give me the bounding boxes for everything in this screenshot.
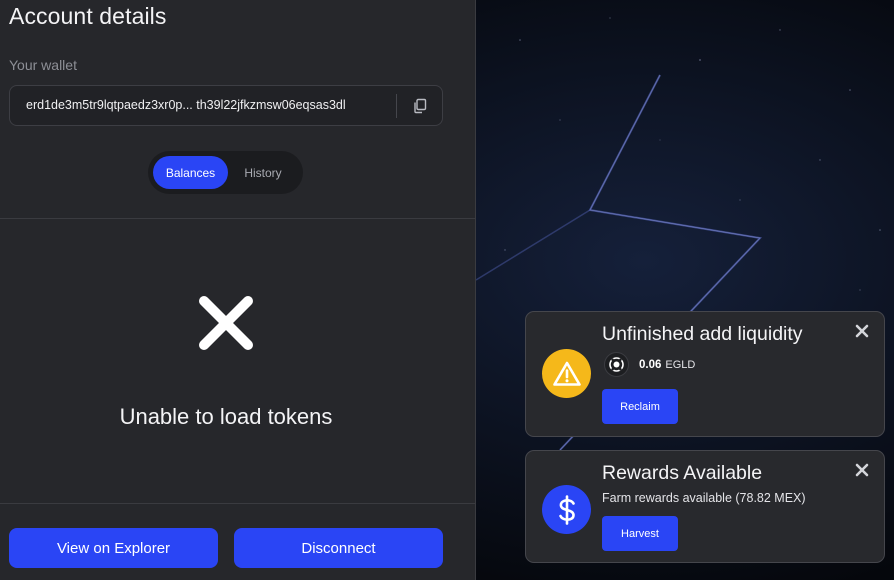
wallet-address: erd1de3m5tr9lqtpaedz3xr0p... th39l22jfkz… [26, 98, 346, 112]
notification-message: Farm rewards available (78.82 MEX) [602, 491, 806, 505]
close-icon[interactable] [854, 462, 870, 478]
account-panel: Account details Your wallet erd1de3m5tr9… [0, 0, 476, 580]
tab-balances[interactable]: Balances [153, 156, 228, 189]
divider [0, 503, 476, 504]
page-title: Account details [9, 3, 167, 29]
token-symbol: EGLD [665, 358, 696, 371]
view-on-explorer-button[interactable]: View on Explorer [9, 528, 218, 568]
close-x-icon [199, 296, 253, 350]
dollar-icon [542, 485, 591, 534]
close-icon[interactable] [854, 323, 870, 339]
divider [0, 218, 476, 219]
wallet-address-field: erd1de3m5tr9lqtpaedz3xr0p... th39l22jfkz… [9, 85, 443, 126]
wallet-divider [396, 94, 397, 118]
harvest-button[interactable]: Harvest [602, 516, 678, 551]
notification-unfinished-liquidity: Unfinished add liquidity 0.06 EGLD Recla… [525, 311, 885, 437]
copy-icon [414, 98, 427, 114]
token-amount: 0.06 [639, 358, 662, 371]
disconnect-button[interactable]: Disconnect [234, 528, 443, 568]
notification-title: Rewards Available [602, 462, 763, 484]
notification-rewards-available: Rewards Available Farm rewards available… [525, 450, 885, 563]
token-amount-row: 0.06 EGLD [604, 352, 695, 377]
warning-icon [542, 349, 591, 398]
copy-address-button[interactable] [408, 94, 432, 118]
balance-history-tabs: Balances History [148, 151, 303, 194]
egld-token-icon [604, 352, 629, 377]
reclaim-button[interactable]: Reclaim [602, 389, 678, 424]
tab-history[interactable]: History [230, 156, 296, 189]
notification-title: Unfinished add liquidity [602, 323, 803, 345]
error-message: Unable to load tokens [119, 404, 333, 429]
wallet-label: Your wallet [9, 57, 77, 73]
